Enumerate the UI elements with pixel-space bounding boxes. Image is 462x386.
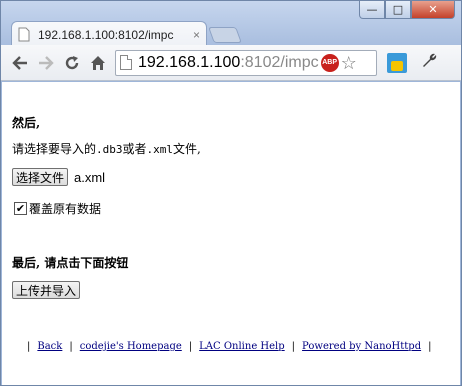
heading-finally: 最后, 请点击下面按钮 — [12, 256, 129, 270]
heading-then: 然后, — [12, 116, 41, 130]
help-link[interactable]: LAC Online Help — [199, 341, 285, 352]
adblock-icon[interactable]: ABP — [320, 53, 339, 72]
tab-close-icon[interactable]: × — [193, 28, 200, 42]
ext-xml: .xml — [146, 143, 174, 156]
selected-file-name: a.xml — [74, 169, 106, 185]
star-icon[interactable]: ☆ — [341, 54, 357, 72]
address-host: 192.168.1.100 — [138, 53, 241, 71]
instruction-text: 请选择要导入的.db3或者.xml文件, — [12, 140, 201, 157]
footer-separator: | — [188, 341, 193, 352]
new-tab-button[interactable] — [208, 27, 242, 43]
overwrite-label[interactable]: 覆盖原有数据 — [29, 200, 101, 217]
page-icon — [120, 55, 132, 70]
browser-toolbar: 192.168.1.100 :8102/impc ABP ☆ — [1, 45, 461, 81]
page-content: 然后, 请选择要导入的.db3或者.xml文件, 选择文件 a.xml ✔ 覆盖… — [2, 82, 460, 385]
minimize-button[interactable]: — — [359, 1, 385, 19]
reload-icon[interactable] — [59, 50, 85, 76]
overwrite-checkbox[interactable]: ✔ — [14, 202, 27, 215]
extension-icon[interactable] — [387, 52, 407, 73]
footer-separator: | — [291, 341, 296, 352]
footer-separator: | — [69, 341, 73, 352]
choose-file-button[interactable]: 选择文件 — [12, 168, 69, 186]
back-link[interactable]: Back — [37, 341, 62, 352]
file-input-row: 选择文件 a.xml — [12, 168, 105, 186]
instruction-suffix: 文件, — [173, 142, 201, 156]
browser-tab[interactable]: 192.168.1.100:8102/impc × — [11, 21, 207, 47]
footer-separator: | — [27, 341, 31, 352]
overwrite-row: ✔ 覆盖原有数据 — [14, 200, 101, 217]
page-favicon-icon — [18, 27, 32, 43]
nanohttpd-link[interactable]: Powered by NanoHttpd — [302, 341, 421, 352]
browser-window: 192.168.1.100:8102/impc × — □ ✕ 192.168.… — [0, 0, 462, 386]
title-bar: 192.168.1.100:8102/impc × — □ ✕ — [1, 1, 461, 47]
instruction-prefix: 请选择要导入的 — [12, 142, 97, 156]
ext-db3: .db3 — [96, 143, 123, 156]
upload-row: 上传并导入 — [12, 281, 81, 299]
home-icon[interactable] — [85, 50, 111, 76]
homepage-link[interactable]: codejie's Homepage — [80, 341, 182, 352]
back-arrow-icon[interactable] — [7, 50, 33, 76]
address-path: :8102/impc — [240, 53, 319, 71]
tab-title: 192.168.1.100:8102/impc — [38, 27, 174, 42]
footer-links: | Back | codejie's Homepage | LAC Online… — [20, 341, 438, 352]
window-controls: — □ ✕ — [359, 1, 455, 19]
wrench-icon[interactable] — [421, 52, 437, 73]
forward-arrow-icon[interactable] — [33, 50, 59, 76]
close-window-button[interactable]: ✕ — [411, 1, 455, 19]
footer-separator: | — [428, 341, 432, 352]
instruction-or: 或者 — [122, 142, 147, 156]
upload-import-button[interactable]: 上传并导入 — [12, 281, 81, 299]
address-bar[interactable]: 192.168.1.100 :8102/impc ABP ☆ — [115, 49, 377, 76]
maximize-button[interactable]: □ — [385, 1, 411, 19]
